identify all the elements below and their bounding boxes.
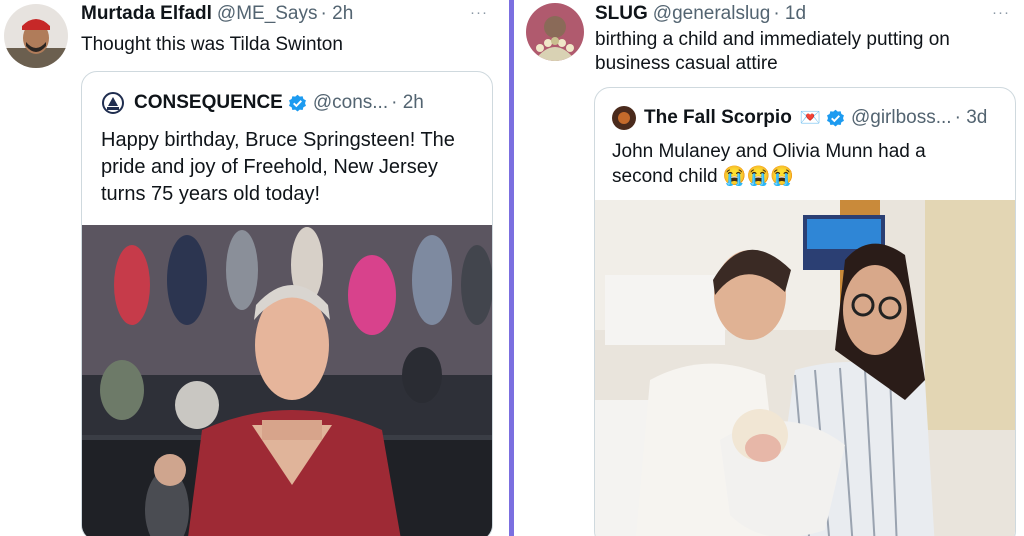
hospital-photo[interactable] — [595, 200, 1015, 536]
quote-handle[interactable]: @cons... — [313, 92, 388, 114]
more-options-icon[interactable]: ··· — [992, 4, 1010, 21]
handle[interactable]: @ME_Says — [217, 3, 318, 25]
quote-author-line: The Fall Scorpio 💌 @girlboss... · 3d — [612, 106, 987, 130]
quote-timestamp[interactable]: · 2h — [391, 92, 424, 114]
display-name[interactable]: Murtada Elfadl — [81, 3, 212, 25]
quoted-tweet[interactable]: CONSEQUENCE @cons... · 2h Happy birthday… — [81, 71, 493, 536]
quote-display-name[interactable]: CONSEQUENCE — [134, 92, 283, 114]
quote-display-name[interactable]: The Fall Scorpio — [644, 107, 792, 129]
quote-avatar[interactable] — [612, 106, 636, 130]
tweet-text: birthing a child and immediately putting… — [595, 29, 950, 74]
crying-face-icon: 😭😭😭 — [722, 166, 794, 187]
author-line: Murtada Elfadl @ME_Says · 2h — [81, 3, 353, 25]
avatar[interactable] — [526, 3, 584, 61]
quote-author-line: CONSEQUENCE @cons... · 2h — [102, 92, 424, 114]
quoted-tweet[interactable]: The Fall Scorpio 💌 @girlboss... · 3d Joh… — [594, 87, 1016, 536]
handle[interactable]: @generalslug — [653, 3, 771, 25]
verified-badge-icon — [288, 94, 307, 113]
consequence-logo-icon — [102, 92, 124, 114]
quote-timestamp[interactable]: · 3d — [955, 107, 988, 129]
display-name[interactable]: SLUG — [595, 3, 648, 25]
love-letter-icon: 💌 — [799, 108, 821, 127]
avatar[interactable] — [4, 4, 68, 68]
left-tweet: Murtada Elfadl @ME_Says · 2h ··· Thought… — [0, 0, 509, 536]
concert-photo[interactable] — [82, 225, 492, 536]
more-options-icon[interactable]: ··· — [470, 4, 488, 21]
quote-text: Happy birthday, Bruce Springsteen! The p… — [101, 129, 455, 205]
verified-badge-icon — [826, 109, 845, 128]
author-line: SLUG @generalslug · 1d — [595, 3, 806, 25]
tweet-text: Thought this was Tilda Swinton — [81, 34, 343, 55]
right-tweet: SLUG @generalslug · 1d ··· birthing a ch… — [514, 0, 1024, 536]
quote-handle[interactable]: @girlboss... — [851, 107, 952, 129]
timestamp[interactable]: · 1d — [773, 3, 806, 25]
timestamp[interactable]: · 2h — [321, 3, 354, 25]
quote-text: John Mulaney and Olivia Munn had a secon… — [612, 139, 992, 189]
